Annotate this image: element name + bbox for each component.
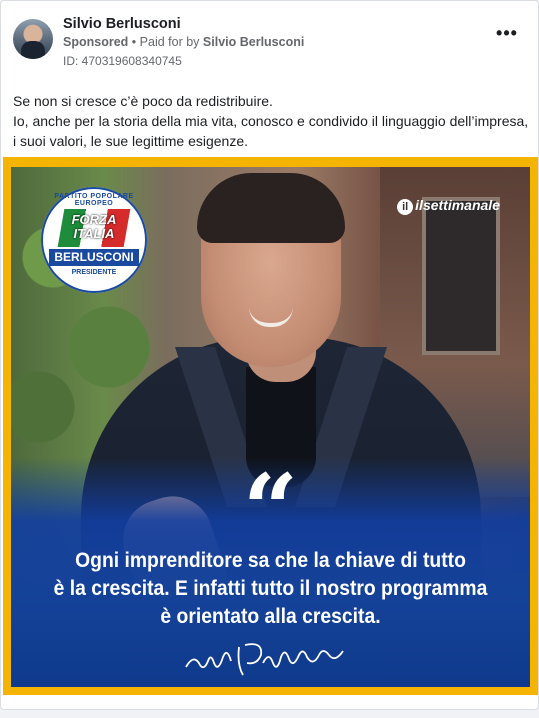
post-text: Se non si cresce c’è poco da redistribui… xyxy=(13,91,533,151)
ad-image[interactable]: “ Ogni imprenditore sa che la chiave di … xyxy=(3,157,538,695)
brand-name: ilsettimanale xyxy=(415,197,500,213)
ad-id: ID: 470319608340745 xyxy=(63,54,182,68)
paid-for-label: Paid for by xyxy=(139,35,200,49)
quote-text: Ogni imprenditore sa che la chiave di tu… xyxy=(32,547,509,631)
brand-mark-icon: il xyxy=(397,199,414,215)
logo-party: FORZA ITALIA xyxy=(71,212,117,241)
page-name[interactable]: Silvio Berlusconi xyxy=(63,16,181,32)
page-avatar[interactable] xyxy=(13,19,53,59)
meta-separator: • xyxy=(131,35,137,49)
quote-line: Ogni imprenditore sa che la chiave di tu… xyxy=(75,549,466,572)
post-header: Silvio Berlusconi Sponsored • Paid for b… xyxy=(13,13,526,73)
logo-ring-text: PARTITO POPOLARE EUROPEO xyxy=(54,193,134,207)
payer-name[interactable]: Silvio Berlusconi xyxy=(203,35,304,49)
quote-mark-icon: “ xyxy=(242,453,299,566)
ad-post-card: Silvio Berlusconi Sponsored • Paid for b… xyxy=(0,0,539,710)
logo-name: BERLUSCONI xyxy=(49,249,139,266)
post-text-line: i suoi valori, le sue legittime esigenze… xyxy=(13,133,249,149)
brand-logo: il ilsettimanale xyxy=(397,197,500,215)
post-text-line: Io, anche per la storia della mia vita, … xyxy=(13,113,529,129)
post-text-line: Se non si cresce c’è poco da redistribui… xyxy=(13,93,273,109)
forza-italia-logo: PARTITO POPOLARE EUROPEO FORZA ITALIA BE… xyxy=(41,187,147,293)
logo-role: PRESIDENTE xyxy=(71,269,117,276)
quote-line: è orientato alla crescita. xyxy=(160,605,381,628)
post-meta: Sponsored • Paid for by Silvio Berluscon… xyxy=(63,35,304,49)
sponsored-label: Sponsored xyxy=(63,35,129,49)
quote-line: è la crescita. E infatti tutto il nostro… xyxy=(53,577,488,600)
signature-image xyxy=(185,643,344,676)
ad-photo: “ Ogni imprenditore sa che la chiave di … xyxy=(11,167,530,687)
more-options-icon[interactable]: ••• xyxy=(494,24,520,47)
